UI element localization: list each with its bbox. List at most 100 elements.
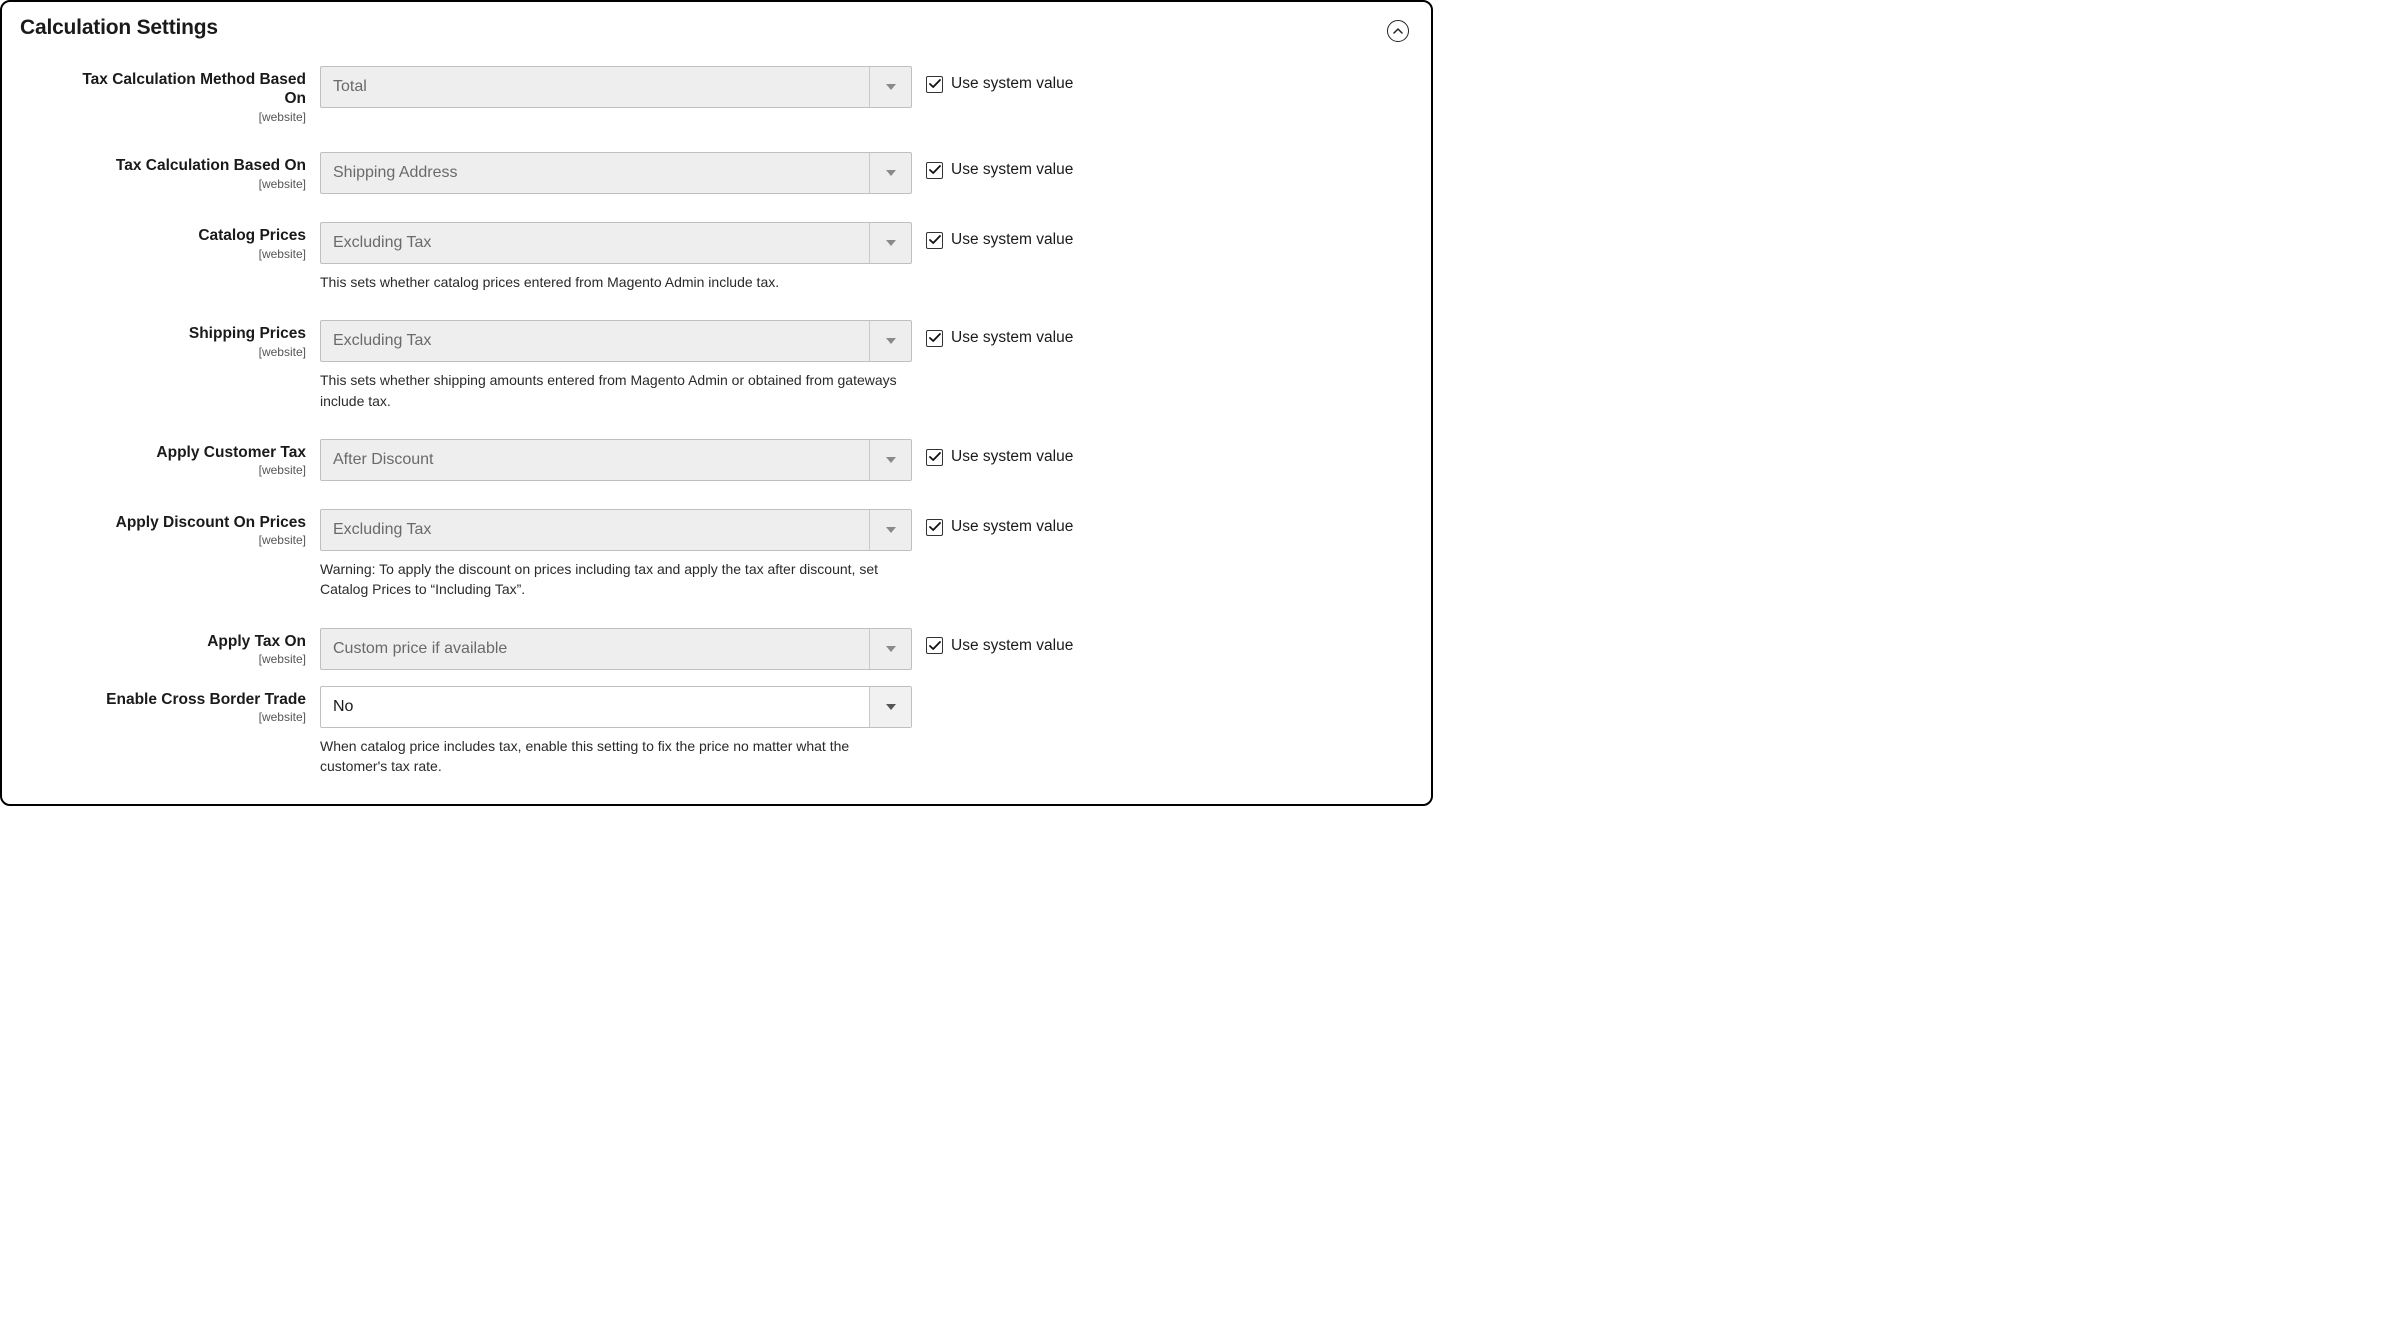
label-scope: website: [60, 533, 306, 547]
select-apply-customer-tax[interactable]: After Discount: [320, 439, 912, 481]
sysval-apply-tax-on: Use system value: [926, 628, 1073, 655]
select-catalog-prices[interactable]: Excluding Tax: [320, 222, 912, 264]
use-system-value-checkbox[interactable]: [926, 519, 943, 536]
sysval-catalog-prices: Use system value: [926, 222, 1073, 249]
row-apply-tax-on: Apply Tax On website Custom price if ava…: [60, 628, 1413, 670]
field-apply-tax-on: Custom price if available: [320, 628, 912, 670]
check-icon: [929, 522, 941, 532]
select-value: Excluding Tax: [321, 223, 869, 263]
label-tax-calc-based-on: Tax Calculation Based On website: [60, 152, 306, 191]
label-text: Enable Cross Border Trade: [60, 690, 306, 709]
row-tax-calc-method: Tax Calculation Method Based On website …: [60, 66, 1413, 124]
caret-down-icon: [869, 223, 911, 263]
use-system-value-checkbox[interactable]: [926, 76, 943, 93]
caret-down-icon: [869, 510, 911, 550]
row-tax-calc-based-on: Tax Calculation Based On website Shippin…: [60, 152, 1413, 194]
help-catalog-prices: This sets whether catalog prices entered…: [320, 272, 912, 292]
label-text: Catalog Prices: [60, 226, 306, 245]
use-system-value-label: Use system value: [951, 329, 1073, 347]
label-apply-discount-on-prices: Apply Discount On Prices website: [60, 509, 306, 548]
label-scope: website: [60, 110, 306, 124]
label-text: Apply Discount On Prices: [60, 513, 306, 532]
use-system-value-label: Use system value: [951, 448, 1073, 466]
label-apply-tax-on: Apply Tax On website: [60, 628, 306, 667]
sysval-apply-customer-tax: Use system value: [926, 439, 1073, 466]
label-scope: website: [60, 652, 306, 666]
label-text: Apply Tax On: [60, 632, 306, 651]
select-value: No: [321, 687, 869, 727]
panel-header: Calculation Settings: [20, 12, 1413, 66]
sysval-shipping-prices: Use system value: [926, 320, 1073, 347]
use-system-value-checkbox[interactable]: [926, 330, 943, 347]
use-system-value-label: Use system value: [951, 231, 1073, 249]
select-value: Excluding Tax: [321, 321, 869, 361]
label-scope: website: [60, 247, 306, 261]
help-apply-discount-on-prices: Warning: To apply the discount on prices…: [320, 559, 912, 600]
label-shipping-prices: Shipping Prices website: [60, 320, 306, 359]
form-rows: Tax Calculation Method Based On website …: [20, 66, 1413, 776]
chevron-up-icon: [1393, 28, 1403, 35]
use-system-value-checkbox[interactable]: [926, 637, 943, 654]
field-shipping-prices: Excluding Tax This sets whether shipping…: [320, 320, 912, 411]
use-system-value-label: Use system value: [951, 161, 1073, 179]
row-shipping-prices: Shipping Prices website Excluding Tax Th…: [60, 320, 1413, 411]
label-tax-calc-method: Tax Calculation Method Based On website: [60, 66, 306, 124]
label-scope: website: [60, 463, 306, 477]
label-text: Shipping Prices: [60, 324, 306, 343]
select-shipping-prices[interactable]: Excluding Tax: [320, 320, 912, 362]
select-enable-cross-border-trade[interactable]: No: [320, 686, 912, 728]
select-value: Custom price if available: [321, 629, 869, 669]
sysval-apply-discount-on-prices: Use system value: [926, 509, 1073, 536]
label-text: Apply Customer Tax: [60, 443, 306, 462]
row-apply-discount-on-prices: Apply Discount On Prices website Excludi…: [60, 509, 1413, 600]
select-tax-calc-method[interactable]: Total: [320, 66, 912, 108]
use-system-value-checkbox[interactable]: [926, 449, 943, 466]
collapse-toggle[interactable]: [1387, 20, 1409, 42]
label-apply-customer-tax: Apply Customer Tax website: [60, 439, 306, 478]
use-system-value-checkbox[interactable]: [926, 162, 943, 179]
use-system-value-label: Use system value: [951, 518, 1073, 536]
label-catalog-prices: Catalog Prices website: [60, 222, 306, 261]
select-apply-tax-on[interactable]: Custom price if available: [320, 628, 912, 670]
check-icon: [929, 79, 941, 89]
label-text: Tax Calculation Based On: [60, 156, 306, 175]
label-text: Tax Calculation Method Based On: [60, 70, 306, 109]
check-icon: [929, 235, 941, 245]
select-value: Shipping Address: [321, 153, 869, 193]
select-apply-discount-on-prices[interactable]: Excluding Tax: [320, 509, 912, 551]
row-catalog-prices: Catalog Prices website Excluding Tax Thi…: [60, 222, 1413, 292]
caret-down-icon: [869, 67, 911, 107]
label-scope: website: [60, 710, 306, 724]
caret-down-icon: [869, 629, 911, 669]
use-system-value-label: Use system value: [951, 75, 1073, 93]
check-icon: [929, 333, 941, 343]
row-apply-customer-tax: Apply Customer Tax website After Discoun…: [60, 439, 1413, 481]
field-tax-calc-based-on: Shipping Address: [320, 152, 912, 194]
label-scope: website: [60, 345, 306, 359]
help-shipping-prices: This sets whether shipping amounts enter…: [320, 370, 912, 411]
use-system-value-checkbox[interactable]: [926, 232, 943, 249]
select-value: Excluding Tax: [321, 510, 869, 550]
select-value: After Discount: [321, 440, 869, 480]
caret-down-icon: [869, 687, 911, 727]
sysval-tax-calc-based-on: Use system value: [926, 152, 1073, 179]
caret-down-icon: [869, 153, 911, 193]
field-apply-discount-on-prices: Excluding Tax Warning: To apply the disc…: [320, 509, 912, 600]
label-enable-cross-border-trade: Enable Cross Border Trade website: [60, 686, 306, 725]
sysval-tax-calc-method: Use system value: [926, 66, 1073, 93]
check-icon: [929, 452, 941, 462]
use-system-value-label: Use system value: [951, 637, 1073, 655]
check-icon: [929, 641, 941, 651]
field-catalog-prices: Excluding Tax This sets whether catalog …: [320, 222, 912, 292]
panel-title: Calculation Settings: [20, 16, 218, 40]
row-enable-cross-border-trade: Enable Cross Border Trade website No Whe…: [60, 686, 1413, 777]
calculation-settings-panel: Calculation Settings Tax Calculation Met…: [0, 0, 1433, 806]
caret-down-icon: [869, 321, 911, 361]
check-icon: [929, 165, 941, 175]
help-enable-cross-border-trade: When catalog price includes tax, enable …: [320, 736, 912, 777]
field-enable-cross-border-trade: No When catalog price includes tax, enab…: [320, 686, 912, 777]
select-tax-calc-based-on[interactable]: Shipping Address: [320, 152, 912, 194]
select-value: Total: [321, 67, 869, 107]
field-tax-calc-method: Total: [320, 66, 912, 108]
label-scope: website: [60, 177, 306, 191]
